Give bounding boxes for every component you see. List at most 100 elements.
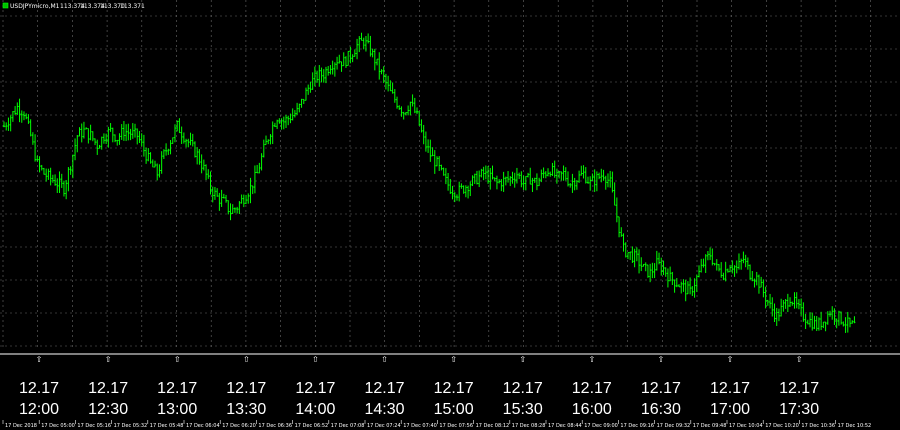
candle [118,133,121,145]
candle [629,251,632,260]
candle [18,98,21,123]
candle [424,131,427,152]
candle [717,264,720,272]
candle [371,48,374,58]
candle [575,180,578,190]
candle [360,32,363,41]
price-chart[interactable]: ⇧ ⇧ ⇧ ⇧ ⇧ ⇧ ⇧ ⇧ ⇧ ⇧ ⇧ ⇧ 12.17 12:00 12.17 12:30 12.17 13… [0,0,900,430]
candle [318,64,321,87]
candle [236,206,239,214]
candle [178,118,181,134]
candle [658,252,661,265]
candle [3,121,5,128]
candle [651,262,654,279]
candle [233,207,236,213]
candle [147,148,150,162]
candle [549,171,552,177]
candle [327,66,330,76]
candle [746,257,749,270]
candle [644,262,647,272]
x-tick-label: 17 Dec 10:20 [765,423,799,429]
candle [127,123,130,141]
candle [473,173,476,184]
session-time: 14:00 [295,401,335,418]
candle [225,194,228,203]
candle [726,268,729,273]
x-tick-label: 17 Dec 10:36 [801,423,835,429]
candle [742,251,745,264]
candle [542,167,545,179]
candle [598,172,601,180]
session-time: 16:00 [572,401,612,418]
candle [304,87,307,101]
candle [698,265,701,278]
candle [342,52,345,67]
candle [842,321,845,327]
candle [114,134,117,143]
candle [766,299,769,306]
candle [398,105,401,110]
candle [458,181,461,202]
session-time: 14:30 [364,401,404,418]
candle [442,167,445,176]
candle [333,62,336,77]
candle [638,249,641,274]
candle [815,315,818,332]
x-tick-label: 17 Dec 10:52 [838,423,872,429]
candle [153,160,156,168]
candle [329,65,332,75]
session-time: 17:00 [710,401,750,418]
candle [384,73,387,90]
candle [429,139,432,162]
candle [222,193,225,199]
x-tick-label: 17 Dec 09:16 [620,423,654,429]
session-arrow-icon: ⇧ [450,355,457,364]
session-arrow-icon: ⇧ [727,355,734,364]
candle [11,111,14,122]
candle [573,177,576,191]
candle [482,166,485,181]
candle [671,271,674,286]
chart-canvas[interactable]: ⇧ ⇧ ⇧ ⇧ ⇧ ⇧ ⇧ ⇧ ⇧ ⇧ ⇧ ⇧ 12.17 12:00 12.17 12:30 12.17 13… [0,0,900,430]
candle [91,131,94,142]
candle [464,185,467,198]
candle [555,168,558,184]
candle [69,166,72,175]
candle [296,102,299,116]
candle [438,156,441,172]
session-time: 16:30 [641,401,681,418]
session-arrow-icon: ⇧ [243,355,250,364]
candle [216,188,219,197]
candle [94,138,97,146]
candle [802,302,805,322]
candle [655,250,658,271]
candle [220,189,223,207]
candle [447,173,450,191]
candle [316,70,319,83]
candle [755,271,758,286]
candle [358,36,361,53]
candle [749,264,752,280]
candle [562,165,565,181]
session-date: 12.17 [779,380,819,397]
candle [191,133,194,147]
candle [187,138,190,148]
candle [558,170,561,179]
candle [67,167,70,192]
candle [122,121,125,141]
candle [378,52,381,80]
candle [131,123,134,139]
candle [22,111,25,121]
candle [680,281,683,294]
candle [269,134,272,145]
candle [729,264,732,273]
candle [218,192,221,211]
x-tick-label: 17 Dec 06:36 [258,423,292,429]
candle [273,122,276,127]
candle [189,132,192,146]
candle [678,284,681,288]
candle [411,94,414,107]
candle [322,69,325,83]
candle [502,171,505,192]
candle [207,169,210,179]
